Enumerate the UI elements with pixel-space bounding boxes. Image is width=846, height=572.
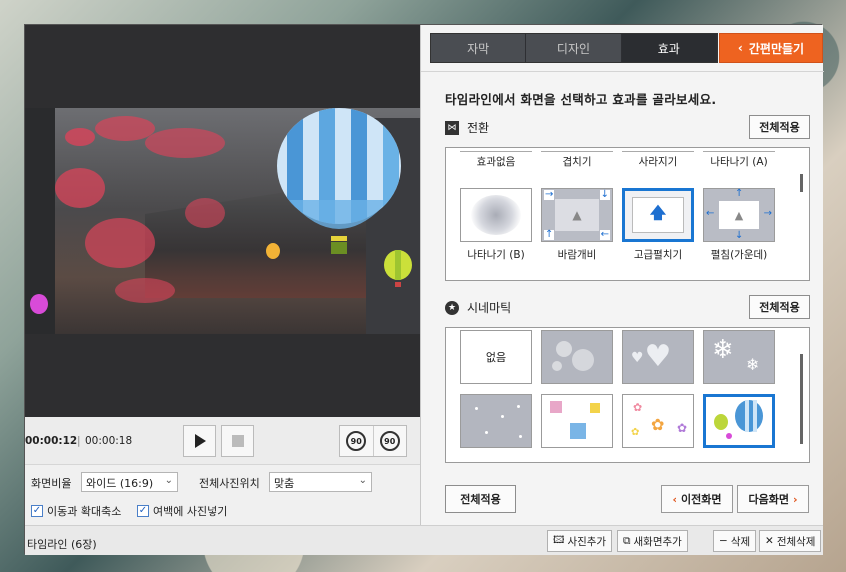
current-time: 00:00:12 [25, 435, 78, 447]
chevron-down-icon: ⌄ [164, 475, 173, 486]
delete-all-button[interactable]: ✕ 전체삭제 [759, 530, 822, 552]
move-zoom-checkbox[interactable]: ✓ 이동과 확대축소 [31, 503, 121, 519]
preview-pane: 00:00:12 | 00:00:18 90 90 화면비율 와이드 (16:9 [25, 25, 420, 525]
tab-effects[interactable]: 효과 [621, 34, 717, 62]
transition-header: ⋈ 전환 [445, 119, 489, 136]
dots-icon[interactable] [460, 394, 532, 448]
chevron-down-icon: ⌄ [358, 475, 367, 486]
transition-icon: ⋈ [445, 120, 459, 135]
playback-controls: 00:00:12 | 00:00:18 90 90 [25, 417, 420, 465]
rotate-right-icon: 90 [379, 431, 400, 451]
cinematic-list: 없음 ♥ ♥ ❄ ❄ ✿ ✿ ✿ ✿ [445, 327, 810, 463]
gifts-icon[interactable] [541, 394, 613, 448]
quick-make-button[interactable]: ‹ 간편만들기 [719, 33, 823, 63]
chevron-right-icon: › [792, 492, 798, 506]
transition-item[interactable]: 나타나기 (B) [460, 188, 532, 262]
stop-button[interactable] [221, 425, 254, 457]
bubbles-icon[interactable] [541, 330, 613, 384]
checkbox-checked-icon: ✓ [31, 505, 43, 517]
prev-screen-button[interactable]: ‹ 이전화면 [661, 485, 733, 513]
preview-photo [25, 108, 420, 334]
timeline-label: 타임라인 (6장) [27, 538, 97, 551]
add-screen-icon: ⧉ [623, 534, 631, 547]
time-separator: | [77, 435, 81, 447]
small-balloon-icon [384, 250, 412, 287]
add-photo-button[interactable]: 🖾 사진추가 [547, 530, 613, 552]
flowers-icon[interactable]: ✿ ✿ ✿ ✿ [622, 394, 694, 448]
rotate-group: 90 90 [339, 425, 407, 457]
radial-fade-icon [460, 188, 532, 242]
star-icon: ★ [445, 300, 459, 315]
tab-bar: 자막 디자인 효과 [430, 33, 718, 63]
next-screen-button[interactable]: 다음화면 › [737, 485, 809, 513]
effects-pane: 자막 디자인 효과 ‹ 간편만들기 타임라인에서 화면을 선택하고 효과를 골라… [420, 25, 824, 525]
video-preview [25, 25, 420, 417]
minus-icon: − [719, 535, 728, 547]
cinematic-apply-all-button[interactable]: 전체적용 [749, 295, 810, 319]
hot-air-balloon-icon [277, 108, 401, 254]
expand-center-icon: ▲ ↑ ↓ ← → [703, 188, 775, 242]
aspect-select[interactable]: 와이드 (16:9) ⌄ [81, 472, 178, 492]
transition-item[interactable]: ▲ → ↓ ↑ ← 바람개비 [541, 188, 613, 262]
instruction-text: 타임라인에서 화면을 선택하고 효과를 골라보세요. [445, 92, 717, 107]
cinematic-none[interactable]: 없음 [460, 330, 532, 384]
app-window: 00:00:12 | 00:00:18 90 90 화면비율 와이드 (16:9 [24, 24, 824, 555]
aspect-label: 화면비율 [31, 477, 72, 490]
cinematic-scrollbar[interactable] [800, 354, 803, 444]
transition-label-none[interactable]: 효과없음 [460, 154, 532, 169]
stop-icon [231, 435, 244, 447]
transition-label-disappear[interactable]: 사라지기 [622, 154, 694, 169]
total-time: 00:00:18 [85, 435, 133, 447]
transition-label-appear-a[interactable]: 나타나기 (A) [703, 154, 775, 169]
close-icon: ✕ [765, 535, 774, 547]
rotate-left-button[interactable]: 90 [340, 426, 374, 456]
checkbox-checked-icon: ✓ [137, 505, 149, 517]
transition-scrollbar[interactable] [800, 174, 803, 192]
pinwheel-icon: ▲ → ↓ ↑ ← [541, 188, 613, 242]
rotate-right-button[interactable]: 90 [374, 426, 407, 456]
add-new-screen-button[interactable]: ⧉ 새화면추가 [617, 530, 688, 552]
play-icon [194, 434, 206, 448]
transition-label-overlap[interactable]: 겹치기 [541, 154, 613, 169]
snowflake-icon[interactable]: ❄ ❄ [703, 330, 775, 384]
tab-subtitle[interactable]: 자막 [431, 34, 527, 62]
add-photo-icon: 🖾 [553, 534, 565, 546]
pink-balloon-icon [30, 294, 48, 314]
transition-item[interactable]: ▲ ↑ ↓ ← → 펼침(가운데) [703, 188, 775, 262]
chevron-left-icon: ‹ [672, 492, 678, 506]
timeline-bar: 타임라인 (6장) 🖾 사진추가 ⧉ 새화면추가 − 삭제 ✕ 전체삭제 [25, 525, 823, 555]
cinematic-header: ★ 시네마틱 [445, 299, 511, 316]
apply-all-button[interactable]: 전체적용 [445, 485, 516, 513]
tab-design[interactable]: 디자인 [526, 34, 622, 62]
transition-apply-all-button[interactable]: 전체적용 [749, 115, 810, 139]
transition-item-selected[interactable]: 🡅 고급펼치기 [622, 188, 694, 262]
photo-position-select[interactable]: 맞춤 ⌄ [269, 472, 372, 492]
photo-position-label: 전체사진위치 [199, 477, 260, 490]
balloons-icon[interactable] [703, 394, 775, 448]
chevron-left-icon: ‹ [737, 41, 743, 55]
play-button[interactable] [183, 425, 216, 457]
yellow-balloon-icon [266, 243, 280, 259]
hearts-icon[interactable]: ♥ ♥ [622, 330, 694, 384]
transition-list: 효과없음 겹치기 사라지기 나타나기 (A) 나타나기 (B) ▲ → ↓ ↑ … [445, 147, 810, 281]
rotate-left-icon: 90 [346, 431, 367, 451]
page-unfold-icon: 🡅 [622, 188, 694, 242]
fill-margin-checkbox[interactable]: ✓ 여백에 사진넣기 [137, 503, 227, 519]
delete-button[interactable]: − 삭제 [713, 530, 757, 552]
photo-options: 화면비율 와이드 (16:9) ⌄ 전체사진위치 맞춤 ⌄ ✓ 이동과 확대축소… [25, 465, 420, 525]
